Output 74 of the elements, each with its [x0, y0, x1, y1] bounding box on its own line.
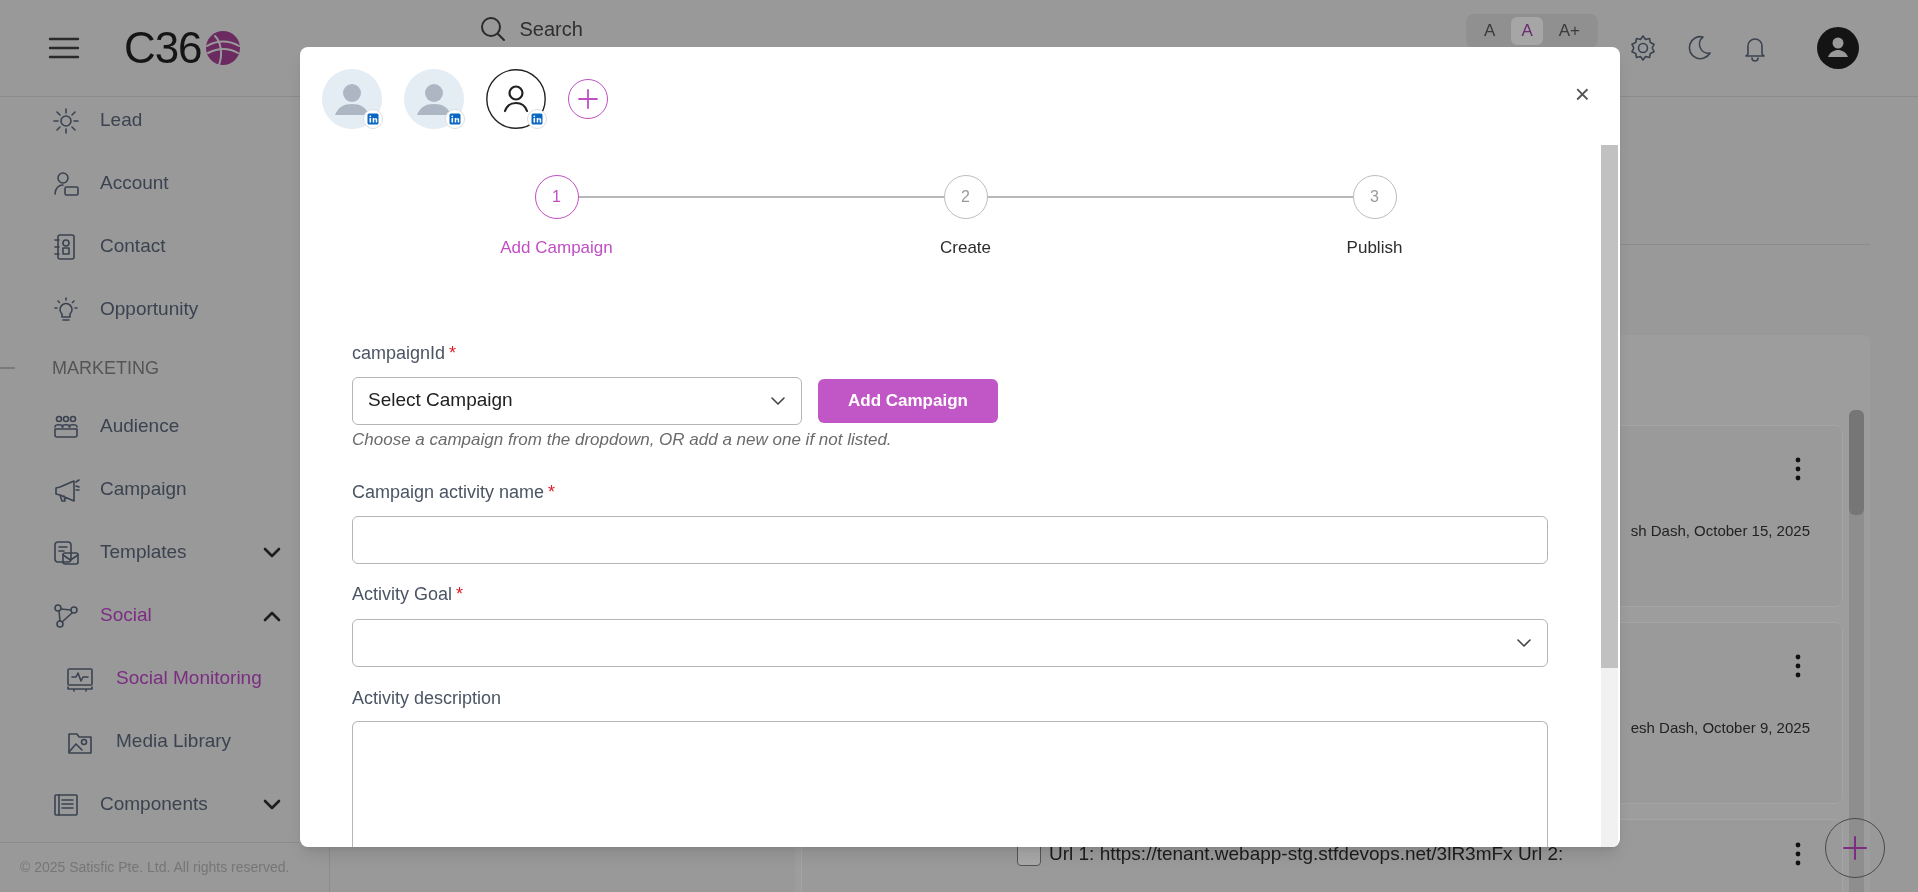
plus-icon [577, 88, 599, 110]
plus-icon [1842, 835, 1868, 861]
sidebar-label: Opportunity [100, 297, 200, 322]
sidebar-label: Media Library [116, 729, 232, 754]
chevron-down-icon[interactable] [263, 798, 281, 811]
account-icon [52, 169, 80, 198]
sidebar-item[interactable]: Lead [0, 97, 329, 152]
social-badge-icon [527, 109, 547, 129]
sidebar-item[interactable]: Campaign [0, 458, 329, 521]
sidebar-label: Audience [100, 414, 181, 439]
sidebar-label: Lead [100, 108, 144, 133]
sidebar-item[interactable]: Account [0, 152, 329, 215]
font-size-button[interactable]: A+ [1548, 17, 1590, 45]
post-byline: esh Dash, October 9, 2025 [1630, 718, 1810, 738]
sidebar-label: Campaign [100, 477, 188, 502]
sidebar-subitem[interactable]: Media Library [0, 710, 329, 773]
field-label: Activity description [352, 687, 502, 710]
lightbulb-icon [52, 295, 80, 324]
dropdown-field[interactable]: Select Campaign [352, 376, 802, 425]
chevron-down-icon[interactable] [263, 546, 281, 559]
section-heading: MARKETING [52, 356, 159, 380]
account-avatar[interactable] [486, 69, 546, 129]
post-byline: sh Dash, October 15, 2025 [1630, 521, 1810, 541]
sidebar-label: Account [100, 171, 170, 196]
more-options-icon[interactable] [1794, 841, 1802, 868]
field-label: Campaign activity name [352, 481, 545, 504]
menu-icon[interactable] [48, 36, 80, 60]
required-mark: * [456, 583, 464, 606]
search-icon [479, 15, 508, 43]
sidebar-label: Contact [100, 234, 167, 259]
font-size-button[interactable]: A [1511, 17, 1543, 45]
sidebar-item[interactable]: Templates [0, 521, 329, 584]
sidebar-label: Templates [100, 540, 188, 565]
sidebar-label: Social Monitoring [116, 666, 262, 691]
sidebar-item[interactable]: Audience [0, 395, 329, 458]
search-field[interactable]: Search [479, 14, 583, 44]
social-badge-icon [445, 109, 465, 129]
font-size-button[interactable]: A [1474, 17, 1506, 45]
sidebar-label: Components [100, 792, 209, 817]
dropdown-field[interactable] [352, 618, 1548, 667]
step-label: Add Campaign [500, 237, 613, 259]
step-label: Publish [1346, 237, 1403, 259]
chevron-down-icon [770, 395, 786, 406]
sidebar-label: Social [100, 603, 153, 628]
more-options-icon[interactable] [1794, 456, 1802, 482]
required-mark: * [449, 342, 457, 365]
field-label: campaignId [352, 342, 446, 365]
search-placeholder: Search [519, 17, 583, 42]
more-options-icon[interactable] [1794, 653, 1802, 679]
textarea-field[interactable] [352, 720, 1548, 847]
url-text: Url 1: https://tenant.webapp-stg.stfdevops.net/3lR3mFx Url 2: [1049, 842, 1564, 866]
sidebar-item[interactable]: Social [0, 584, 329, 647]
template-icon [52, 538, 80, 567]
add-campaign-button[interactable]: Add Campaign [818, 378, 998, 423]
hint-text: Choose a campaign from the dropdown, OR add a new one if not listed. [352, 429, 893, 450]
settings-icon[interactable] [1628, 33, 1658, 63]
field-label: Activity Goal [352, 583, 453, 606]
chevron-down-icon [1516, 637, 1532, 648]
scrollbar-thumb[interactable] [1601, 145, 1618, 668]
chevron-up-icon[interactable] [263, 609, 281, 622]
social-badge-icon [363, 109, 383, 129]
user-avatar-icon[interactable] [1816, 26, 1860, 70]
required-mark: * [548, 481, 556, 504]
step-label: Create [940, 237, 991, 259]
sidebar-item[interactable]: Contact [0, 215, 329, 278]
input-field[interactable] [352, 515, 1548, 564]
share-nodes-icon [52, 601, 80, 630]
sidebar-subitem[interactable]: Social Monitoring [0, 647, 329, 710]
dropdown-value: Select Campaign [368, 388, 513, 413]
sidebar-item[interactable]: Opportunity [0, 278, 329, 341]
sidebar-item[interactable]: Components [0, 773, 329, 836]
close-button[interactable]: × [1574, 81, 1590, 107]
scrollbar-thumb[interactable] [1849, 410, 1864, 515]
logo-text: C36 [124, 26, 202, 70]
